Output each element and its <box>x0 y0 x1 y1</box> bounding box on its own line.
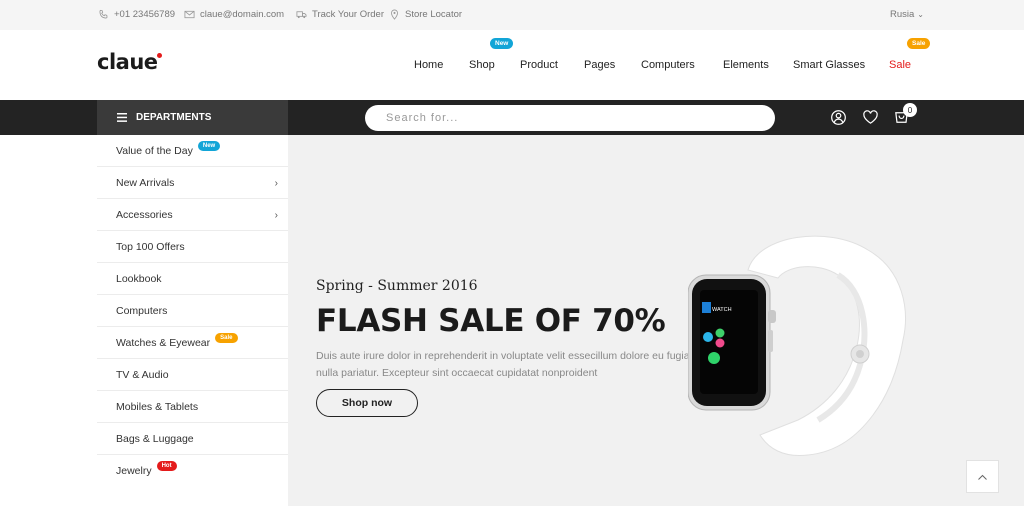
back-to-top-button[interactable] <box>966 460 999 493</box>
logo[interactable]: claue <box>97 50 163 74</box>
dept-jewelry[interactable]: Jewelry Hot <box>97 455 288 487</box>
dept-accessories[interactable]: Accessories › <box>97 199 288 231</box>
dept-label: Bags & Luggage <box>116 432 194 445</box>
sale-badge: Sale <box>215 332 238 343</box>
dept-top-100-offers[interactable]: Top 100 Offers <box>97 231 288 263</box>
dept-label: TV & Audio <box>116 368 169 381</box>
chevron-down-icon: ⌄ <box>917 10 924 19</box>
language-label: Rusia <box>890 9 915 20</box>
track-order-link[interactable]: Track Your Order <box>296 9 384 20</box>
phone-contact[interactable]: +01 23456789 <box>98 9 175 20</box>
nav-product[interactable]: Product <box>520 59 558 71</box>
account-icon[interactable] <box>830 109 847 126</box>
shop-now-button[interactable]: Shop now <box>316 389 418 417</box>
hamburger-icon <box>117 113 127 122</box>
dept-label: New Arrivals <box>116 176 175 189</box>
wishlist-heart-icon[interactable] <box>862 109 879 126</box>
dept-bags-luggage[interactable]: Bags & Luggage <box>97 423 288 455</box>
nav-home[interactable]: Home <box>414 59 443 71</box>
dept-mobiles-tablets[interactable]: Mobiles & Tablets <box>97 391 288 423</box>
new-badge: New <box>197 140 221 151</box>
nav-elements[interactable]: Elements <box>723 59 769 71</box>
nav-shop[interactable]: Shop <box>469 59 495 71</box>
dept-lookbook[interactable]: Lookbook <box>97 263 288 295</box>
logo-text: claue <box>97 50 158 74</box>
dept-label: Value of the Day <box>116 144 193 157</box>
email-contact[interactable]: claue@domain.com <box>184 9 284 20</box>
nav-pages[interactable]: Pages <box>584 59 615 71</box>
chevron-up-icon <box>978 474 987 480</box>
departments-search-bar: DEPARTMENTS <box>0 100 1024 135</box>
mail-icon <box>184 10 195 19</box>
phone-text: +01 23456789 <box>114 9 176 20</box>
dept-label: Accessories <box>116 208 173 221</box>
dept-label: Jewelry <box>116 465 152 477</box>
dept-label: Lookbook <box>116 272 162 285</box>
dept-label: Watches & Eyewear <box>116 336 211 349</box>
header: claue Home Shop New Product Pages Comput… <box>0 30 1024 100</box>
store-locator-text: Store Locator <box>405 9 463 20</box>
truck-icon <box>296 11 307 19</box>
hero-banner: Spring - Summer 2016 FLASH SALE OF 70% D… <box>288 135 1024 506</box>
dept-label: Top 100 Offers <box>116 240 185 253</box>
dept-new-arrivals[interactable]: New Arrivals › <box>97 167 288 199</box>
dept-label: Computers <box>116 304 168 317</box>
dept-watches-eyewear[interactable]: Watches & Eyewear Sale <box>97 327 288 359</box>
dept-value-of-the-day[interactable]: Value of the Day New <box>97 135 288 167</box>
smartwatch-image: WATCH <box>688 235 906 457</box>
hot-badge: Hot <box>156 461 177 471</box>
logo-dot <box>156 53 162 58</box>
email-text: claue@domain.com <box>200 9 285 20</box>
departments-label: DEPARTMENTS <box>136 112 212 123</box>
dept-computers[interactable]: Computers <box>97 295 288 327</box>
hero-title: FLASH SALE OF 70% <box>316 303 666 339</box>
nav-sale[interactable]: Sale <box>889 59 911 71</box>
nav-sale-badge: Sale <box>907 38 931 49</box>
cart-count-badge: 0 <box>903 103 917 117</box>
hero-description: Duis aute irure dolor in reprehenderit i… <box>316 350 693 379</box>
chevron-right-icon: › <box>274 178 278 189</box>
nav-computers[interactable]: Computers <box>641 59 695 71</box>
map-pin-icon <box>391 9 398 20</box>
top-bar: +01 23456789 claue@domain.com Track Your… <box>0 0 1024 30</box>
nav-shop-badge: New <box>490 38 514 49</box>
nav-smart-glasses[interactable]: Smart Glasses <box>793 59 865 71</box>
departments-menu: Value of the Day New New Arrivals › Acce… <box>97 135 288 506</box>
departments-toggle[interactable]: DEPARTMENTS <box>97 100 288 135</box>
dept-label: Mobiles & Tablets <box>116 400 199 413</box>
search-input[interactable] <box>365 105 775 131</box>
track-order-text: Track Your Order <box>312 9 384 20</box>
language-selector[interactable]: Rusia ⌄ <box>890 9 924 20</box>
hero-subtitle: Spring - Summer 2016 <box>316 278 478 294</box>
phone-icon <box>99 9 108 19</box>
store-locator-link[interactable]: Store Locator <box>389 9 462 20</box>
dept-tv-audio[interactable]: TV & Audio <box>97 359 288 391</box>
watch-screen-label: WATCH <box>712 307 732 313</box>
chevron-right-icon: › <box>274 210 278 221</box>
